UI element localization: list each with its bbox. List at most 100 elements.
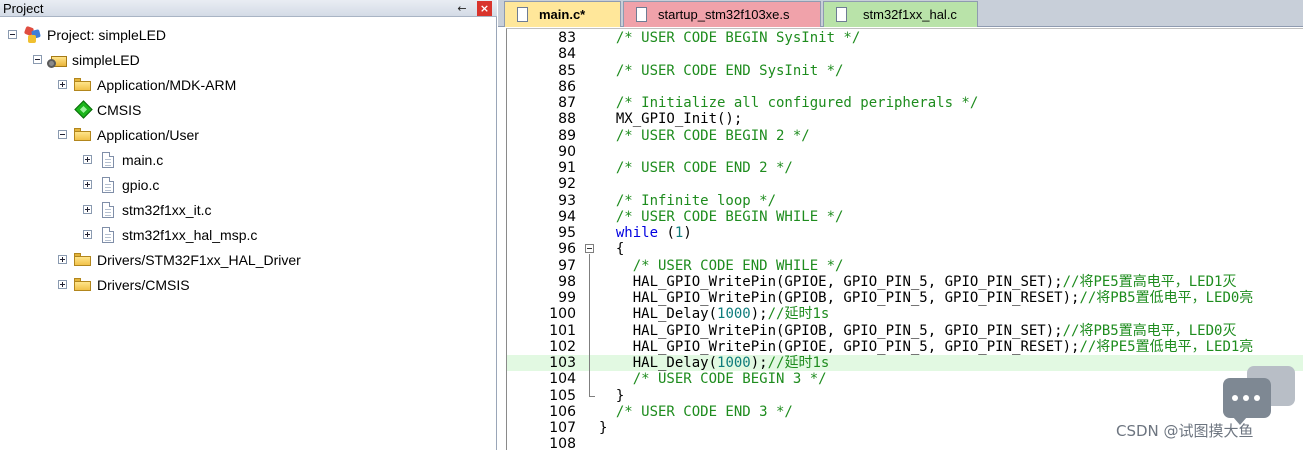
tab-main-c[interactable]: main.c*	[504, 1, 621, 27]
file-icon	[102, 227, 114, 243]
code-text: /* USER CODE END SysInit */	[615, 62, 844, 79]
line-number: 83	[558, 30, 576, 46]
line-number: 101	[549, 322, 576, 339]
tree-item-application-user[interactable]: Application/User	[58, 124, 480, 146]
watermark-text: CSDN @试图摸大鱼	[1116, 422, 1254, 440]
tree-item-label: stm32f1xx_it.c	[122, 202, 212, 218]
line-number: 98	[558, 273, 576, 290]
code-line: 84	[507, 46, 1303, 62]
code-line: 90	[507, 144, 1303, 160]
code-line: 92	[507, 176, 1303, 192]
fold-guide-line	[589, 254, 590, 396]
line-number: 92	[558, 176, 576, 193]
line-number: 88	[558, 111, 576, 128]
code-text: /* USER CODE BEGIN SysInit */	[615, 30, 861, 46]
file-icon	[517, 7, 528, 22]
code-text: /* Initialize all configured peripherals…	[615, 95, 979, 111]
code-text: {	[615, 241, 625, 258]
line-number: 96	[558, 241, 576, 258]
line-number: 93	[558, 192, 576, 209]
target-icon	[47, 52, 67, 68]
code-text: HAL_GPIO_WritePin(GPIOE, GPIO_PIN_5, GPI…	[632, 273, 1237, 290]
tree-item-drivers-cmsis[interactable]: Drivers/CMSIS	[58, 274, 480, 296]
tree-item-label: main.c	[122, 152, 164, 168]
cmsis-diamond-icon	[74, 100, 93, 119]
tab-startup-stm32f103xe-s[interactable]: startup_stm32f103xe.s	[623, 1, 821, 27]
close-icon[interactable]: ×	[477, 1, 492, 16]
folder-icon	[74, 253, 91, 266]
line-number: 107	[549, 420, 576, 436]
code-text: while (1)	[615, 225, 692, 241]
code-line: 83 /* USER CODE BEGIN SysInit */	[507, 30, 1303, 46]
code-text: /* USER CODE END 3 */	[615, 403, 793, 420]
expand-icon[interactable]	[58, 255, 67, 264]
line-number: 103	[549, 355, 576, 371]
code-text: /* USER CODE BEGIN 3 */	[632, 371, 827, 388]
tree-item-label: CMSIS	[97, 102, 142, 118]
line-number: 108	[549, 436, 576, 450]
tree-item-project-simpleled[interactable]: Project: simpleLED	[8, 24, 480, 46]
project-panel-header: Project ← ×	[0, 0, 497, 17]
code-line: 105 }	[507, 388, 1303, 404]
tab-label: stm32f1xx_hal.c	[863, 7, 957, 22]
code-text: HAL_Delay(1000);//延时1s	[632, 355, 830, 371]
tab-stm32f1xx-hal-c[interactable]: stm32f1xx_hal.c	[823, 1, 978, 27]
collapse-icon[interactable]	[58, 130, 67, 139]
code-line: 97 /* USER CODE END WHILE */	[507, 258, 1303, 274]
fold-collapse-icon[interactable]	[585, 244, 594, 254]
tree-item-main-c[interactable]: main.c	[83, 149, 480, 171]
line-number: 104	[549, 371, 576, 388]
file-icon	[102, 202, 114, 218]
tree-item-label: simpleLED	[72, 52, 140, 68]
expand-icon[interactable]	[58, 280, 67, 289]
tree-item-gpio-c[interactable]: gpio.c	[83, 174, 480, 196]
fold-end-marker	[589, 395, 595, 397]
collapse-icon[interactable]	[8, 30, 17, 39]
code-text: }	[599, 420, 608, 436]
code-text: /* USER CODE BEGIN 2 */	[615, 127, 810, 144]
file-icon	[836, 7, 847, 22]
expand-icon[interactable]	[83, 205, 92, 214]
pin-icon[interactable]: ←	[455, 0, 469, 17]
tree-item-drivers-stm32f1xx-hal-driver[interactable]: Drivers/STM32F1xx_HAL_Driver	[58, 249, 480, 271]
code-editor[interactable]: 83 /* USER CODE BEGIN SysInit */84 85 /* …	[506, 28, 1303, 450]
tree-item-stm32f1xx-it-c[interactable]: stm32f1xx_it.c	[83, 199, 480, 221]
code-text: /* Infinite loop */	[615, 192, 777, 209]
expand-icon[interactable]	[58, 80, 67, 89]
tree-item-label: Drivers/CMSIS	[97, 277, 190, 293]
code-line: 96 {	[507, 241, 1303, 257]
chat-bubble-icon	[1223, 366, 1295, 425]
tree-item-label: Application/MDK-ARM	[97, 77, 237, 93]
line-number: 85	[558, 62, 576, 79]
code-text: HAL_GPIO_WritePin(GPIOB, GPIO_PIN_5, GPI…	[632, 290, 1254, 306]
code-text: /* USER CODE END WHILE */	[632, 257, 844, 274]
code-line: 98 HAL_GPIO_WritePin(GPIOE, GPIO_PIN_5, …	[507, 274, 1303, 290]
tree-item-stm32f1xx-hal-msp-c[interactable]: stm32f1xx_hal_msp.c	[83, 224, 480, 246]
code-line: 104 /* USER CODE BEGIN 3 */	[507, 371, 1303, 387]
code-text: HAL_GPIO_WritePin(GPIOB, GPIO_PIN_5, GPI…	[632, 322, 1237, 339]
expand-icon[interactable]	[83, 230, 92, 239]
tree-item-application-mdk-arm[interactable]: Application/MDK-ARM	[58, 74, 480, 96]
code-line: 101 HAL_GPIO_WritePin(GPIOB, GPIO_PIN_5,…	[507, 323, 1303, 339]
code-text: HAL_Delay(1000);//延时1s	[632, 306, 830, 323]
line-number: 87	[558, 95, 576, 111]
code-line: 91 /* USER CODE END 2 */	[507, 160, 1303, 176]
line-number: 102	[549, 338, 576, 355]
line-number: 106	[549, 403, 576, 420]
folder-icon	[74, 278, 91, 291]
tree-item-label: Drivers/STM32F1xx_HAL_Driver	[97, 252, 301, 268]
line-number: 95	[558, 225, 576, 241]
tree-item-cmsis[interactable]: CMSIS	[58, 99, 480, 121]
tree-item-simpleled[interactable]: simpleLED	[33, 49, 480, 71]
project-panel-title: Project	[3, 1, 44, 16]
code-line: 100 HAL_Delay(1000);//延时1s	[507, 306, 1303, 322]
code-line: 94 /* USER CODE BEGIN WHILE */	[507, 209, 1303, 225]
file-icon	[636, 7, 647, 22]
expand-icon[interactable]	[83, 155, 92, 164]
tree-item-label: gpio.c	[122, 177, 160, 193]
line-number: 84	[558, 46, 576, 63]
code-line: 99 HAL_GPIO_WritePin(GPIOB, GPIO_PIN_5, …	[507, 290, 1303, 306]
collapse-icon[interactable]	[33, 55, 42, 64]
editor-tab-bar: main.c* startup_stm32f103xe.s stm32f1xx_…	[498, 0, 1303, 27]
expand-icon[interactable]	[83, 180, 92, 189]
